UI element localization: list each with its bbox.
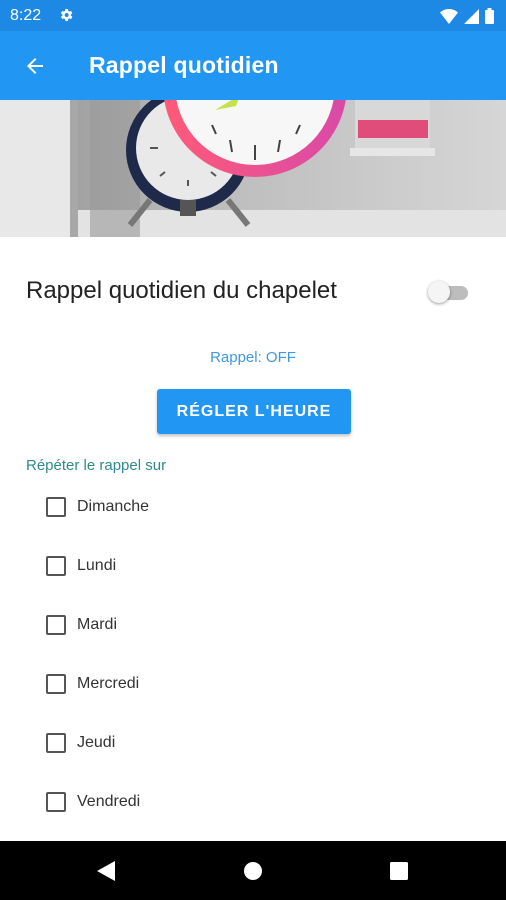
reminder-status: Rappel: OFF — [210, 349, 296, 366]
reminder-toggle[interactable] — [428, 280, 468, 304]
page-title: Rappel quotidien — [89, 52, 279, 78]
checkbox[interactable] — [46, 556, 66, 576]
gear-icon — [60, 9, 73, 21]
reminder-settings: Rappel quotidien du chapelet Rappel: OFF… — [0, 237, 506, 841]
header-image — [0, 100, 506, 237]
day-checkbox-row[interactable]: Mardi — [46, 613, 117, 637]
battery-icon — [485, 8, 494, 24]
signal-icon — [464, 8, 479, 24]
system-nav-bar — [0, 841, 506, 900]
recents-square-icon — [390, 861, 408, 880]
status-bar: 8:22 — [0, 0, 506, 31]
checkbox[interactable] — [46, 674, 66, 694]
checkbox[interactable] — [46, 615, 66, 635]
set-time-button[interactable]: RÉGLER L'HEURE — [157, 389, 351, 434]
day-label: Mercredi — [77, 675, 140, 692]
reminder-title: Rappel quotidien du chapelet — [26, 277, 337, 304]
day-checkbox-row[interactable]: Vendredi — [46, 790, 140, 814]
day-label: Lundi — [77, 557, 117, 574]
wifi-icon — [440, 8, 458, 24]
day-checkbox-row[interactable]: Lundi — [46, 554, 116, 578]
day-checkbox-row[interactable]: Dimanche — [46, 495, 149, 519]
app-bar: Rappel quotidien — [0, 31, 506, 100]
back-triangle-icon — [97, 860, 115, 881]
home-circle-icon — [244, 861, 262, 880]
day-label: Vendredi — [77, 793, 141, 810]
nav-back-button[interactable] — [76, 841, 136, 900]
toggle-thumb — [428, 281, 450, 303]
checkbox[interactable] — [46, 792, 66, 812]
status-time: 8:22 — [10, 7, 42, 24]
back-button[interactable] — [18, 49, 52, 83]
day-checkbox-row[interactable]: Mercredi — [46, 672, 139, 696]
nav-recents-button[interactable] — [369, 841, 429, 900]
repeat-label: Répéter le rappel sur — [26, 457, 167, 474]
checkbox[interactable] — [46, 497, 66, 517]
day-label: Jeudi — [77, 734, 116, 751]
nav-home-button[interactable] — [223, 841, 283, 900]
day-label: Dimanche — [77, 498, 150, 515]
day-label: Mardi — [77, 616, 118, 633]
checkbox[interactable] — [46, 733, 66, 753]
arrow-back-icon — [27, 58, 43, 74]
day-checkbox-row[interactable]: Jeudi — [46, 731, 115, 755]
clock-photo — [0, 100, 506, 237]
status-icons — [440, 8, 494, 24]
